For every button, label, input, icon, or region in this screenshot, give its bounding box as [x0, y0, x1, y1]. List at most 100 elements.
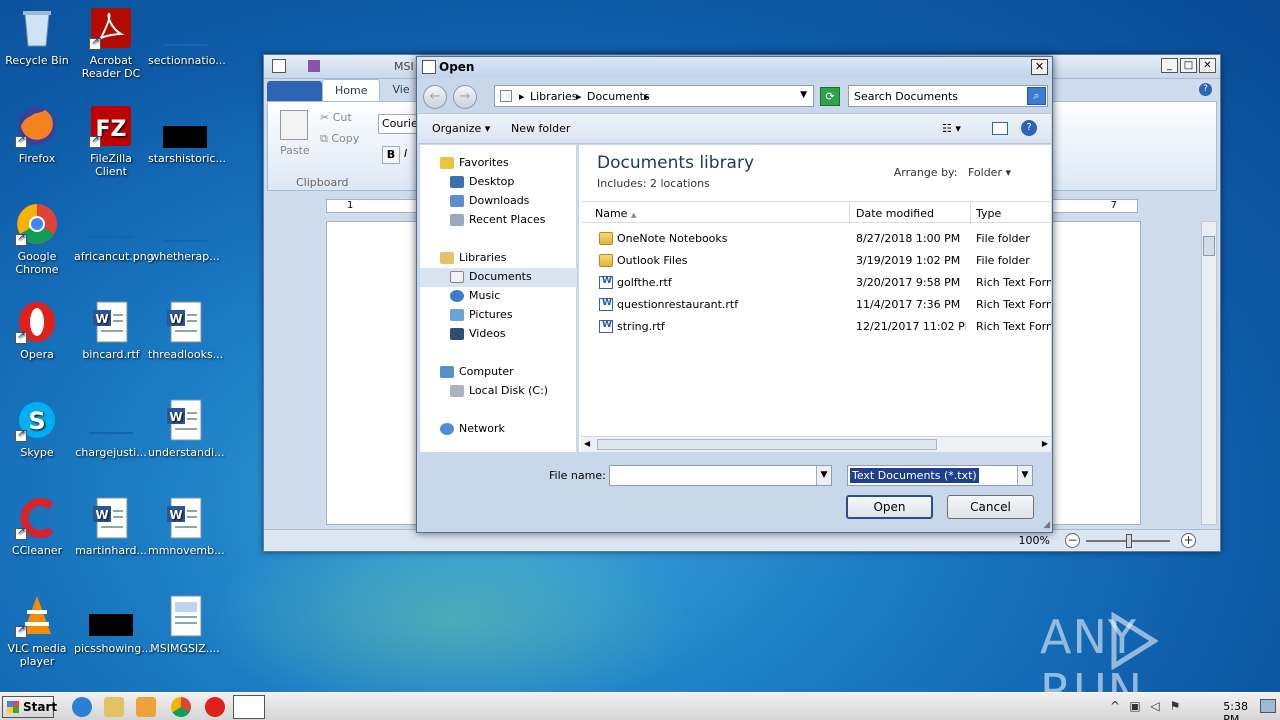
- zoom-out-button[interactable]: −: [1065, 533, 1080, 548]
- desktop-icon-chargejusti[interactable]: chargejusti...: [74, 398, 148, 459]
- desktop-icon-chrome[interactable]: Google Chrome: [0, 202, 74, 276]
- breadcrumb-libraries[interactable]: Libraries: [530, 90, 578, 103]
- address-bar[interactable]: ▸ Libraries ▸ Documents ▸ ▼: [494, 85, 814, 107]
- nav-recent-places[interactable]: Recent Places: [450, 211, 546, 229]
- show-hidden-icons[interactable]: ^: [1108, 699, 1122, 713]
- breadcrumb-documents[interactable]: Documents: [587, 90, 650, 103]
- action-center-flag-icon[interactable]: ⚑: [1168, 699, 1182, 713]
- maximize-button[interactable]: □: [1180, 58, 1197, 73]
- network-tray-icon[interactable]: ▣: [1128, 699, 1142, 713]
- column-header-name[interactable]: Name ▲: [595, 207, 636, 220]
- column-divider[interactable]: [849, 202, 850, 224]
- scroll-right-icon[interactable]: ▶: [1042, 439, 1048, 448]
- tab-home[interactable]: Home: [322, 79, 381, 101]
- file-type-select[interactable]: Text Documents (*.txt) ▼: [847, 465, 1033, 486]
- internet-explorer-icon[interactable]: [72, 697, 92, 717]
- nav-favorites[interactable]: Favorites: [440, 154, 509, 172]
- nav-local-disk[interactable]: Local Disk (C:): [450, 382, 548, 400]
- search-input[interactable]: Search Documents ⌕: [848, 85, 1048, 107]
- nav-computer[interactable]: Computer: [440, 363, 514, 381]
- address-dropdown-icon[interactable]: ▼: [800, 90, 807, 100]
- dialog-close-button[interactable]: ✕: [1031, 59, 1048, 75]
- file-menu-button[interactable]: [267, 81, 322, 101]
- desktop-icon-recycle-bin[interactable]: Recycle Bin: [0, 6, 74, 67]
- file-type-dropdown-icon[interactable]: ▼: [1017, 466, 1032, 485]
- scrollbar-thumb[interactable]: [597, 439, 937, 450]
- file-row[interactable]: Outlook Files 3/19/2019 1:02 PM File fol…: [581, 251, 1051, 271]
- help-icon[interactable]: ?: [1021, 120, 1037, 136]
- view-options-icon[interactable]: ☷ ▾: [942, 122, 961, 135]
- desktop-icon-filezilla[interactable]: FZ FileZilla Client: [74, 104, 148, 178]
- file-row[interactable]: golfthe.rtf 3/20/2017 9:58 PM Rich Text …: [581, 273, 1051, 293]
- help-icon[interactable]: ?: [1199, 83, 1212, 96]
- desktop-icon-acrobat[interactable]: Acrobat Reader DC: [74, 6, 148, 80]
- save-icon[interactable]: [308, 60, 320, 72]
- column-divider[interactable]: [970, 202, 971, 224]
- file-row[interactable]: OneNote Notebooks 8/27/2018 1:00 PM File…: [581, 229, 1051, 249]
- desktop-icon-ccleaner[interactable]: CCleaner: [0, 496, 74, 557]
- close-button[interactable]: ✕: [1199, 58, 1216, 73]
- paste-button[interactable]: Paste: [280, 144, 310, 157]
- scroll-left-icon[interactable]: ◀: [584, 439, 590, 448]
- desktop-icon-starshistoric[interactable]: starshistoric...: [148, 104, 226, 165]
- breadcrumb-separator[interactable]: ▸: [644, 90, 650, 103]
- chrome-taskbar-icon[interactable]: [171, 697, 191, 717]
- resize-grip[interactable]: ◢: [1043, 520, 1050, 530]
- column-header-type[interactable]: Type: [976, 207, 1001, 220]
- desktop-icon-firefox[interactable]: Firefox: [0, 104, 74, 165]
- desktop-icon-msimgsiz[interactable]: MSIMGSIZ....: [148, 594, 222, 655]
- minimize-button[interactable]: _: [1161, 58, 1178, 73]
- desktop-icon-africancut[interactable]: africancut.png: [74, 202, 154, 263]
- zoom-slider-thumb[interactable]: [1126, 534, 1132, 548]
- desktop-icon-sectionnatio[interactable]: sectionnatio...: [148, 6, 226, 67]
- zoom-in-button[interactable]: +: [1181, 533, 1196, 548]
- forward-button[interactable]: →: [453, 85, 477, 109]
- cut-button[interactable]: ✂ Cut: [320, 111, 352, 124]
- column-header-date[interactable]: Date modified: [856, 207, 934, 220]
- vertical-scrollbar[interactable]: [1201, 221, 1217, 525]
- desktop-icon-understandi[interactable]: W understandi...: [148, 398, 225, 459]
- desktop-icon-mmnovemb[interactable]: W mmnovemb...: [148, 496, 225, 557]
- nav-documents[interactable]: Documents: [450, 268, 532, 286]
- font-family-select[interactable]: Courie: [378, 114, 418, 134]
- nav-downloads[interactable]: Downloads: [450, 192, 529, 210]
- desktop-icon-whetherap[interactable]: whetherap...: [148, 202, 222, 263]
- opera-taskbar-icon[interactable]: [205, 697, 225, 717]
- volume-icon[interactable]: ◁: [1148, 699, 1162, 713]
- nav-videos[interactable]: Videos: [450, 325, 506, 343]
- horizontal-scrollbar[interactable]: ◀ ▶: [581, 436, 1051, 452]
- open-button[interactable]: Open: [846, 495, 933, 519]
- show-desktop-button[interactable]: [1260, 699, 1276, 713]
- clock[interactable]: 5:38 PM: [1223, 700, 1248, 720]
- cancel-button[interactable]: Cancel: [947, 495, 1034, 519]
- desktop-icon-martinhard[interactable]: W martinhard...: [74, 496, 148, 557]
- desktop-icon-opera[interactable]: Opera: [0, 300, 74, 361]
- search-icon[interactable]: ⌕: [1027, 87, 1046, 105]
- library-includes[interactable]: Includes: 2 locations: [597, 177, 710, 190]
- file-name-dropdown-icon[interactable]: ▼: [816, 466, 831, 485]
- scrollbar-thumb[interactable]: [1203, 236, 1215, 256]
- nav-desktop[interactable]: Desktop: [450, 173, 514, 191]
- desktop-icon-skype[interactable]: S Skype: [0, 398, 74, 459]
- file-row[interactable]: string.rtf 12/21/2017 11:02 PM Rich Text…: [581, 317, 1051, 337]
- wordpad-taskbar-button[interactable]: [233, 695, 265, 719]
- italic-button[interactable]: I: [404, 146, 416, 164]
- breadcrumb-separator[interactable]: ▸: [576, 90, 582, 103]
- nav-libraries[interactable]: Libraries: [440, 249, 507, 267]
- breadcrumb-separator[interactable]: ▸: [519, 90, 525, 103]
- desktop-icon-vlc[interactable]: VLC media player: [0, 594, 74, 668]
- nav-network[interactable]: Network: [440, 420, 505, 438]
- desktop-icon-threadlooks[interactable]: W threadlooks...: [148, 300, 223, 361]
- arrange-by-select[interactable]: Folder: [968, 166, 1002, 179]
- organize-button[interactable]: Organize ▾: [432, 122, 490, 135]
- file-row[interactable]: questionrestaurant.rtf 11/4/2017 7:36 PM…: [581, 295, 1051, 315]
- paste-icon[interactable]: [280, 110, 308, 140]
- back-button[interactable]: ←: [423, 85, 447, 109]
- file-name-input[interactable]: ▼: [609, 465, 832, 486]
- nav-music[interactable]: Music: [450, 287, 500, 305]
- desktop-icon-picsshowing[interactable]: picsshowing...: [74, 594, 152, 655]
- refresh-icon[interactable]: ⟳: [820, 87, 840, 106]
- copy-button[interactable]: ⧉ Copy: [320, 132, 359, 146]
- nav-pictures[interactable]: Pictures: [450, 306, 513, 324]
- desktop-icon-bincard[interactable]: W bincard.rtf: [74, 300, 148, 361]
